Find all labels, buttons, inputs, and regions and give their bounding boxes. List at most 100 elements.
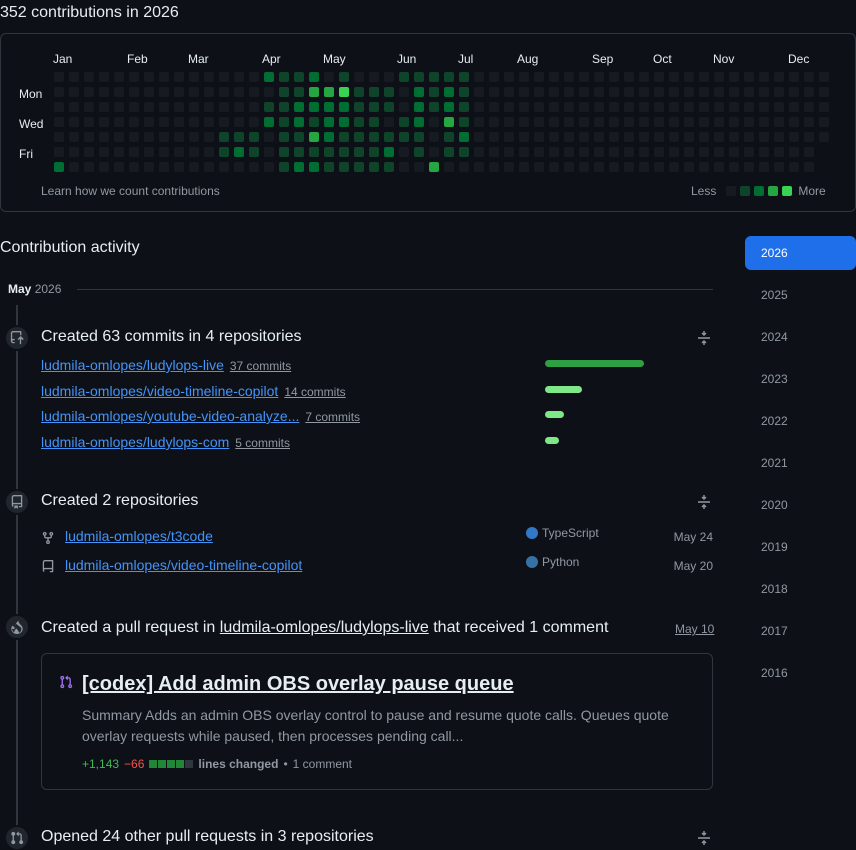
contribution-day[interactable] bbox=[354, 102, 364, 112]
year-link-2025[interactable]: 2025 bbox=[745, 278, 856, 312]
contribution-day[interactable] bbox=[144, 147, 154, 157]
contribution-day[interactable] bbox=[399, 72, 409, 82]
contribution-day[interactable] bbox=[759, 72, 769, 82]
contribution-day[interactable] bbox=[129, 162, 139, 172]
contribution-day[interactable] bbox=[459, 132, 469, 142]
contribution-day[interactable] bbox=[489, 162, 499, 172]
contribution-day[interactable] bbox=[789, 72, 799, 82]
contribution-day[interactable] bbox=[174, 87, 184, 97]
contribution-day[interactable] bbox=[624, 162, 634, 172]
contribution-day[interactable] bbox=[264, 117, 274, 127]
contribution-day[interactable] bbox=[714, 72, 724, 82]
collapse-icon[interactable] bbox=[697, 830, 711, 846]
contribution-day[interactable] bbox=[219, 162, 229, 172]
contribution-day[interactable] bbox=[579, 132, 589, 142]
contribution-day[interactable] bbox=[699, 162, 709, 172]
contribution-day[interactable] bbox=[819, 117, 829, 127]
contribution-day[interactable] bbox=[84, 72, 94, 82]
contribution-day[interactable] bbox=[609, 72, 619, 82]
contribution-day[interactable] bbox=[309, 87, 319, 97]
contribution-day[interactable] bbox=[234, 72, 244, 82]
contribution-day[interactable] bbox=[519, 162, 529, 172]
contribution-day[interactable] bbox=[309, 117, 319, 127]
contribution-day[interactable] bbox=[639, 117, 649, 127]
contribution-day[interactable] bbox=[804, 102, 814, 112]
contribution-day[interactable] bbox=[189, 102, 199, 112]
contribution-day[interactable] bbox=[369, 102, 379, 112]
contribution-day[interactable] bbox=[474, 162, 484, 172]
contribution-day[interactable] bbox=[114, 162, 124, 172]
contribution-day[interactable] bbox=[414, 117, 424, 127]
contribution-day[interactable] bbox=[474, 72, 484, 82]
contribution-day[interactable] bbox=[804, 147, 814, 157]
contribution-day[interactable] bbox=[684, 102, 694, 112]
contribution-day[interactable] bbox=[399, 147, 409, 157]
contribution-day[interactable] bbox=[114, 147, 124, 157]
commit-count-link[interactable]: 37 commits bbox=[230, 359, 291, 373]
contribution-day[interactable] bbox=[189, 132, 199, 142]
contribution-day[interactable] bbox=[384, 87, 394, 97]
contribution-day[interactable] bbox=[684, 132, 694, 142]
contribution-day[interactable] bbox=[309, 102, 319, 112]
contribution-day[interactable] bbox=[279, 147, 289, 157]
contribution-day[interactable] bbox=[144, 87, 154, 97]
contribution-day[interactable] bbox=[324, 117, 334, 127]
commit-repo-link[interactable]: ludmila-omlopes/ludylops-com bbox=[41, 434, 229, 450]
contribution-day[interactable] bbox=[204, 162, 214, 172]
contribution-day[interactable] bbox=[249, 102, 259, 112]
contribution-day[interactable] bbox=[474, 117, 484, 127]
contribution-day[interactable] bbox=[534, 132, 544, 142]
contribution-day[interactable] bbox=[234, 132, 244, 142]
contribution-day[interactable] bbox=[744, 102, 754, 112]
contribution-day[interactable] bbox=[549, 162, 559, 172]
commit-count-link[interactable]: 5 commits bbox=[235, 436, 290, 450]
contribution-day[interactable] bbox=[564, 117, 574, 127]
contribution-day[interactable] bbox=[774, 147, 784, 157]
contribution-day[interactable] bbox=[279, 102, 289, 112]
contribution-day[interactable] bbox=[69, 147, 79, 157]
contribution-day[interactable] bbox=[354, 132, 364, 142]
contribution-day[interactable] bbox=[594, 87, 604, 97]
contribution-day[interactable] bbox=[579, 162, 589, 172]
contribution-day[interactable] bbox=[579, 147, 589, 157]
contribution-day[interactable] bbox=[309, 132, 319, 142]
contribution-day[interactable] bbox=[654, 162, 664, 172]
contribution-day[interactable] bbox=[549, 102, 559, 112]
contribution-day[interactable] bbox=[399, 117, 409, 127]
contribution-day[interactable] bbox=[384, 147, 394, 157]
contribution-day[interactable] bbox=[519, 147, 529, 157]
contribution-day[interactable] bbox=[549, 147, 559, 157]
contribution-day[interactable] bbox=[129, 72, 139, 82]
contribution-day[interactable] bbox=[129, 132, 139, 142]
contribution-day[interactable] bbox=[519, 72, 529, 82]
contribution-day[interactable] bbox=[429, 132, 439, 142]
contribution-day[interactable] bbox=[354, 162, 364, 172]
contribution-day[interactable] bbox=[129, 147, 139, 157]
contribution-day[interactable] bbox=[279, 162, 289, 172]
contribution-day[interactable] bbox=[234, 117, 244, 127]
contribution-day[interactable] bbox=[309, 162, 319, 172]
contribution-day[interactable] bbox=[339, 102, 349, 112]
contribution-day[interactable] bbox=[759, 117, 769, 127]
contribution-day[interactable] bbox=[789, 87, 799, 97]
contribution-day[interactable] bbox=[714, 147, 724, 157]
contribution-day[interactable] bbox=[654, 132, 664, 142]
contribution-day[interactable] bbox=[774, 102, 784, 112]
contribution-day[interactable] bbox=[99, 87, 109, 97]
contribution-day[interactable] bbox=[384, 72, 394, 82]
contribution-day[interactable] bbox=[744, 132, 754, 142]
contribution-day[interactable] bbox=[669, 102, 679, 112]
contribution-day[interactable] bbox=[99, 132, 109, 142]
contribution-day[interactable] bbox=[744, 162, 754, 172]
contribution-day[interactable] bbox=[69, 87, 79, 97]
contribution-day[interactable] bbox=[279, 72, 289, 82]
contribution-day[interactable] bbox=[819, 102, 829, 112]
contribution-day[interactable] bbox=[339, 117, 349, 127]
contribution-day[interactable] bbox=[264, 72, 274, 82]
contribution-day[interactable] bbox=[549, 132, 559, 142]
contribution-day[interactable] bbox=[444, 132, 454, 142]
contribution-day[interactable] bbox=[729, 162, 739, 172]
pr-repo-link[interactable]: ludmila-omlopes/ludylops-live bbox=[220, 619, 429, 636]
contribution-day[interactable] bbox=[369, 147, 379, 157]
contribution-day[interactable] bbox=[159, 132, 169, 142]
